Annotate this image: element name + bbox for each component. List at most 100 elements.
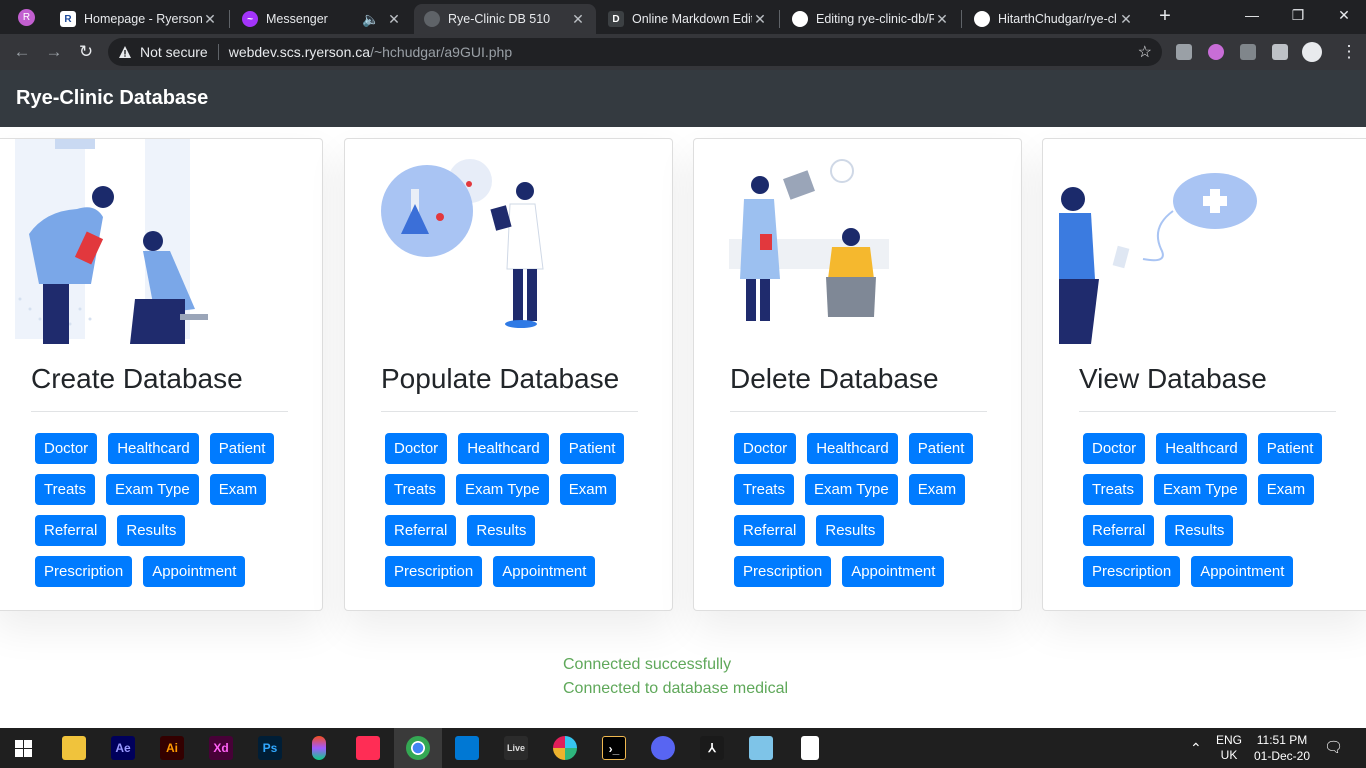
healthcard-button[interactable]: Healthcard (108, 433, 199, 464)
tab-github-repo[interactable]: HitarthChudgar/rye-cl ✕ (964, 4, 1144, 34)
brand-title[interactable]: Rye-Clinic Database (16, 87, 208, 110)
healthcard-button[interactable]: Healthcard (458, 433, 549, 464)
avatar[interactable] (1302, 42, 1322, 62)
lab-doctor-illustration (381, 159, 544, 328)
maximize-button[interactable]: ❐ (1275, 4, 1321, 26)
healthcard-button[interactable]: Healthcard (1156, 433, 1247, 464)
exam-type-button[interactable]: Exam Type (804, 474, 898, 505)
puzzle-icon[interactable] (1272, 44, 1288, 60)
close-icon[interactable]: ✕ (202, 11, 218, 28)
forward-button[interactable]: → (43, 41, 65, 63)
treats-button[interactable]: Treats (35, 474, 95, 505)
bookmark-star-icon[interactable]: ☆ (1138, 42, 1152, 62)
view-database-card: View Database Doctor Healthcard Patient … (1042, 138, 1366, 611)
new-tab-button[interactable]: + (1155, 6, 1175, 26)
healthcard-button[interactable]: Healthcard (807, 433, 898, 464)
photoshop-icon[interactable]: Ps (258, 736, 282, 760)
tab-rye-clinic[interactable]: Rye-Clinic DB 510 ✕ (414, 4, 596, 34)
exam-button[interactable]: Exam (559, 474, 617, 505)
slack-icon[interactable] (553, 736, 577, 760)
app-red-icon[interactable] (356, 736, 380, 760)
exam-button[interactable]: Exam (908, 474, 966, 505)
referral-button[interactable]: Referral (35, 515, 107, 546)
referral-button[interactable]: Referral (1083, 515, 1155, 546)
doctor-button[interactable]: Doctor (35, 433, 98, 464)
vscode-icon[interactable] (455, 736, 479, 760)
tab-ryerson[interactable]: R Homepage - Ryerson U ✕ (50, 4, 228, 34)
treats-button[interactable]: Treats (385, 474, 445, 505)
close-icon[interactable]: ✕ (570, 11, 586, 28)
tab-messenger[interactable]: ~ Messenger 🔈 ✕ (232, 4, 412, 34)
close-icon[interactable]: ✕ (1118, 11, 1134, 28)
illustrator-icon[interactable]: Ai (160, 736, 184, 760)
results-button[interactable]: Results (467, 515, 536, 546)
language-indicator[interactable]: ENG UK (1212, 733, 1246, 763)
appointment-button[interactable]: Appointment (493, 556, 596, 587)
terminal-icon[interactable]: ›_ (602, 736, 626, 760)
address-bar[interactable]: Not secure webdev.scs.ryerson.ca/~hchudg… (108, 38, 1162, 66)
prescription-button[interactable]: Prescription (1083, 556, 1181, 587)
exam-type-button[interactable]: Exam Type (105, 474, 199, 505)
exam-button[interactable]: Exam (1257, 474, 1315, 505)
patient-button[interactable]: Patient (559, 433, 625, 464)
windows-start-icon[interactable] (15, 740, 32, 757)
discord-icon[interactable] (651, 736, 675, 760)
exam-type-button[interactable]: Exam Type (1153, 474, 1247, 505)
treats-button[interactable]: Treats (1083, 474, 1143, 505)
doctor-button[interactable]: Doctor (385, 433, 448, 464)
doctor-button[interactable]: Doctor (734, 433, 797, 464)
tray-expand-icon[interactable]: ⌃ (1190, 740, 1202, 757)
clock[interactable]: 11:51 PM 01-Dec-20 (1250, 732, 1314, 764)
minimize-button[interactable]: — (1229, 4, 1275, 26)
results-button[interactable]: Results (816, 515, 885, 546)
results-button[interactable]: Results (1165, 515, 1234, 546)
doctor-button[interactable]: Doctor (1083, 433, 1146, 464)
file-explorer-icon[interactable] (62, 736, 86, 760)
referral-button[interactable]: Referral (734, 515, 806, 546)
card-title: Create Database (31, 363, 243, 394)
notepad-icon[interactable] (749, 736, 773, 760)
speaker-icon[interactable]: 🔈 (362, 11, 379, 28)
close-icon[interactable]: ✕ (386, 11, 402, 28)
menu-icon[interactable]: ⋮ (1338, 41, 1360, 63)
reload-button[interactable]: ↻ (75, 41, 97, 63)
file-icon[interactable] (801, 736, 819, 760)
profile-icon[interactable]: R (18, 9, 35, 26)
treats-button[interactable]: Treats (734, 474, 794, 505)
card-title: Delete Database (730, 363, 939, 394)
extension-icon[interactable] (1176, 44, 1192, 60)
back-button[interactable]: ← (11, 41, 33, 63)
exam-button[interactable]: Exam (209, 474, 267, 505)
prescription-button[interactable]: Prescription (734, 556, 832, 587)
tab-markdown-editor[interactable]: D Online Markdown Edit ✕ (598, 4, 778, 34)
notifications-icon[interactable]: 🗨 (1324, 738, 1343, 756)
patient-button[interactable]: Patient (209, 433, 275, 464)
chrome-icon[interactable] (406, 736, 430, 760)
patient-button[interactable]: Patient (1257, 433, 1323, 464)
tab-github-editing[interactable]: Editing rye-clinic-db/R ✕ (782, 4, 960, 34)
appointment-button[interactable]: Appointment (143, 556, 246, 587)
referral-button[interactable]: Referral (385, 515, 457, 546)
close-icon[interactable]: ✕ (752, 11, 768, 28)
patient-button[interactable]: Patient (908, 433, 974, 464)
figma-icon[interactable] (312, 736, 326, 760)
extension-icon[interactable] (1240, 44, 1256, 60)
exam-type-button[interactable]: Exam Type (455, 474, 549, 505)
after-effects-icon[interactable]: Ae (111, 736, 135, 760)
appointment-button[interactable]: Appointment (842, 556, 945, 587)
button-group: Doctor Healthcard Patient Treats Exam Ty… (734, 433, 1004, 597)
prescription-button[interactable]: Prescription (35, 556, 133, 587)
close-icon[interactable]: ✕ (934, 11, 950, 28)
divider (1079, 411, 1336, 412)
results-button[interactable]: Results (117, 515, 186, 546)
messenger-icon: ~ (242, 11, 258, 27)
security-label[interactable]: Not secure (140, 44, 208, 60)
close-window-button[interactable]: ✕ (1321, 4, 1366, 26)
appointment-button[interactable]: Appointment (1191, 556, 1294, 587)
prescription-button[interactable]: Prescription (385, 556, 483, 587)
extension-icon[interactable] (1208, 44, 1224, 60)
button-group: Doctor Healthcard Patient Treats Exam Ty… (35, 433, 305, 597)
adobe-xd-icon[interactable]: Xd (209, 736, 233, 760)
acrobat-icon[interactable]: ⅄ (700, 736, 724, 760)
live-icon[interactable]: Live (504, 736, 528, 760)
